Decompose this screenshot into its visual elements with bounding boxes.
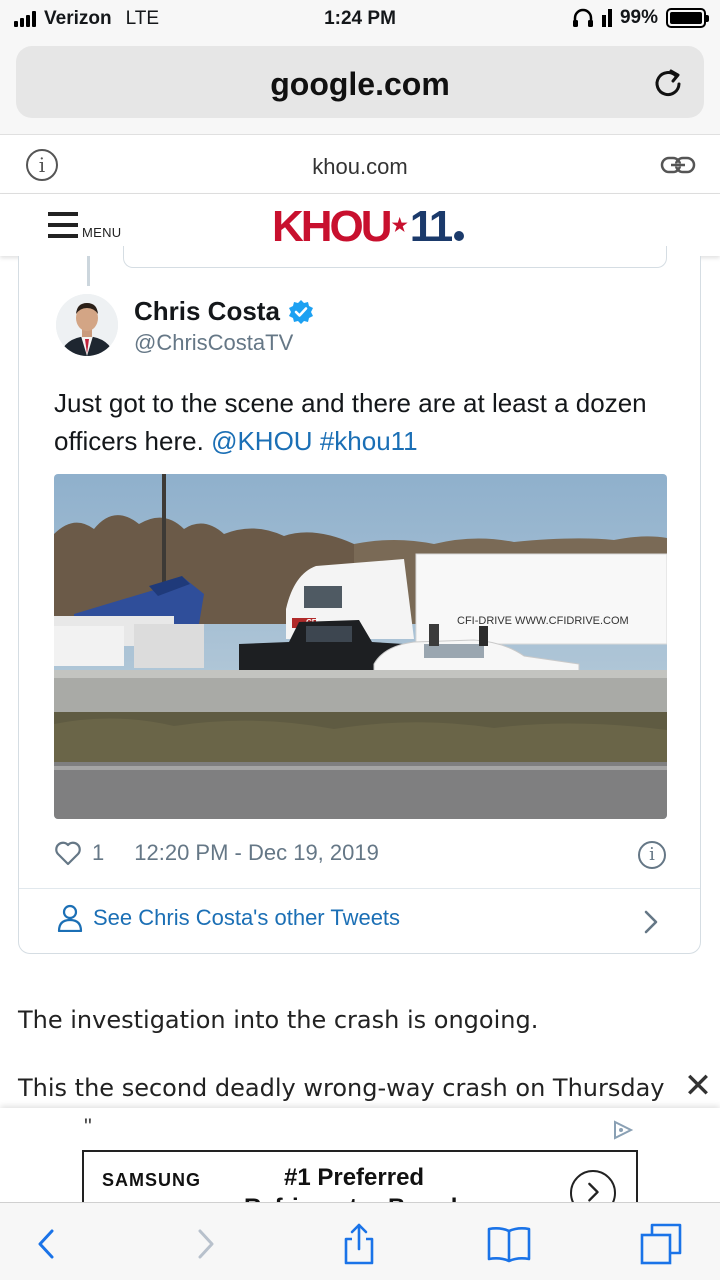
quoted-tweet-edge <box>123 246 667 268</box>
see-other-tweets-label: See Chris Costa's other Tweets <box>93 905 401 930</box>
logo-number: 11 <box>409 202 453 251</box>
link-icon[interactable] <box>660 153 696 177</box>
heart-icon[interactable] <box>54 840 82 866</box>
battery-percent: 99% <box>619 7 658 28</box>
adchoices-icon[interactable] <box>612 1120 634 1140</box>
share-icon[interactable] <box>336 1221 382 1267</box>
author-name-text: Chris Costa <box>134 296 280 326</box>
khou-logo[interactable]: KHOU ★ 11 <box>272 202 465 252</box>
reload-icon[interactable] <box>652 66 684 98</box>
person-icon <box>57 904 83 932</box>
logo-text: KHOU <box>272 202 393 251</box>
article-paragraph: The investigation into the crash is ongo… <box>18 1006 539 1034</box>
cellular-bars-icon <box>601 9 612 27</box>
article-paragraph: This the second deadly wrong-way crash o… <box>18 1074 665 1102</box>
back-icon[interactable] <box>24 1221 70 1267</box>
headphones-icon <box>572 8 593 27</box>
tweet-info-icon[interactable]: i <box>638 841 666 869</box>
ad-creative[interactable]: SAMSUNG #1 Preferred Refrigerator Brand <box>82 1150 638 1202</box>
menu-button[interactable]: MENU <box>48 210 121 240</box>
tweet-divider <box>19 888 700 889</box>
site-domain: khou.com <box>312 154 408 179</box>
status-right: 99% <box>572 7 709 29</box>
tweet-mention-link[interactable]: @KHOU <box>211 426 313 456</box>
tabs-icon[interactable] <box>638 1221 684 1267</box>
ad-quote-mark: " <box>84 1114 92 1139</box>
ad-brand: SAMSUNG <box>102 1170 202 1190</box>
browser-toolbar <box>0 1202 720 1280</box>
battery-icon <box>666 8 709 28</box>
ad-arrow-icon[interactable] <box>570 1170 616 1202</box>
bookmarks-icon[interactable] <box>486 1221 532 1267</box>
embedded-tweet: Chris Costa @ChrisCostaTV Just got to th… <box>18 246 701 954</box>
avatar[interactable] <box>56 294 118 356</box>
verified-badge-icon <box>288 299 313 324</box>
ad-headline-2: Refrigerator Brand <box>244 1194 457 1202</box>
menu-label: MENU <box>82 225 122 240</box>
tweet-handle[interactable]: @ChrisCostaTV <box>134 330 293 356</box>
tweet-text: Just got to the scene and there are at l… <box>54 384 674 460</box>
like-count[interactable]: 1 <box>92 840 104 866</box>
tweet-author-name[interactable]: Chris Costa <box>134 296 314 327</box>
tweet-hashtag-link[interactable]: #khou11 <box>320 426 418 456</box>
tweet-timestamp[interactable]: 12:20 PM - Dec 19, 2019 <box>134 840 379 866</box>
address-url[interactable]: google.com <box>16 66 704 103</box>
forward-icon[interactable] <box>182 1221 228 1267</box>
close-ad-icon[interactable]: ✕ <box>676 1064 720 1108</box>
hamburger-icon <box>48 210 78 240</box>
see-other-tweets-link[interactable]: See Chris Costa's other Tweets <box>57 904 400 932</box>
amp-site-strip: i khou.com <box>0 134 720 194</box>
status-bar: Verizon LTE 1:24 PM 99% <box>0 0 720 38</box>
tweet-media-video[interactable]: CFI CFI-DRIVE WWW.CFIDRIVE.COM <box>54 474 667 819</box>
tweet-meta: 1 12:20 PM - Dec 19, 2019 <box>54 840 379 866</box>
sticky-ad[interactable]: " SAMSUNG #1 Preferred Refrigerator Bran… <box>0 1108 720 1202</box>
thread-line <box>87 256 90 286</box>
chevron-right-icon[interactable] <box>642 908 660 936</box>
ad-headline: #1 Preferred <box>284 1164 425 1191</box>
trailer-sign: CFI-DRIVE WWW.CFIDRIVE.COM <box>457 615 629 627</box>
address-bar[interactable]: google.com <box>16 46 704 118</box>
browser-address-area: google.com <box>0 38 720 134</box>
logo-star-icon: ★ <box>391 215 408 235</box>
logo-dot <box>454 231 465 241</box>
